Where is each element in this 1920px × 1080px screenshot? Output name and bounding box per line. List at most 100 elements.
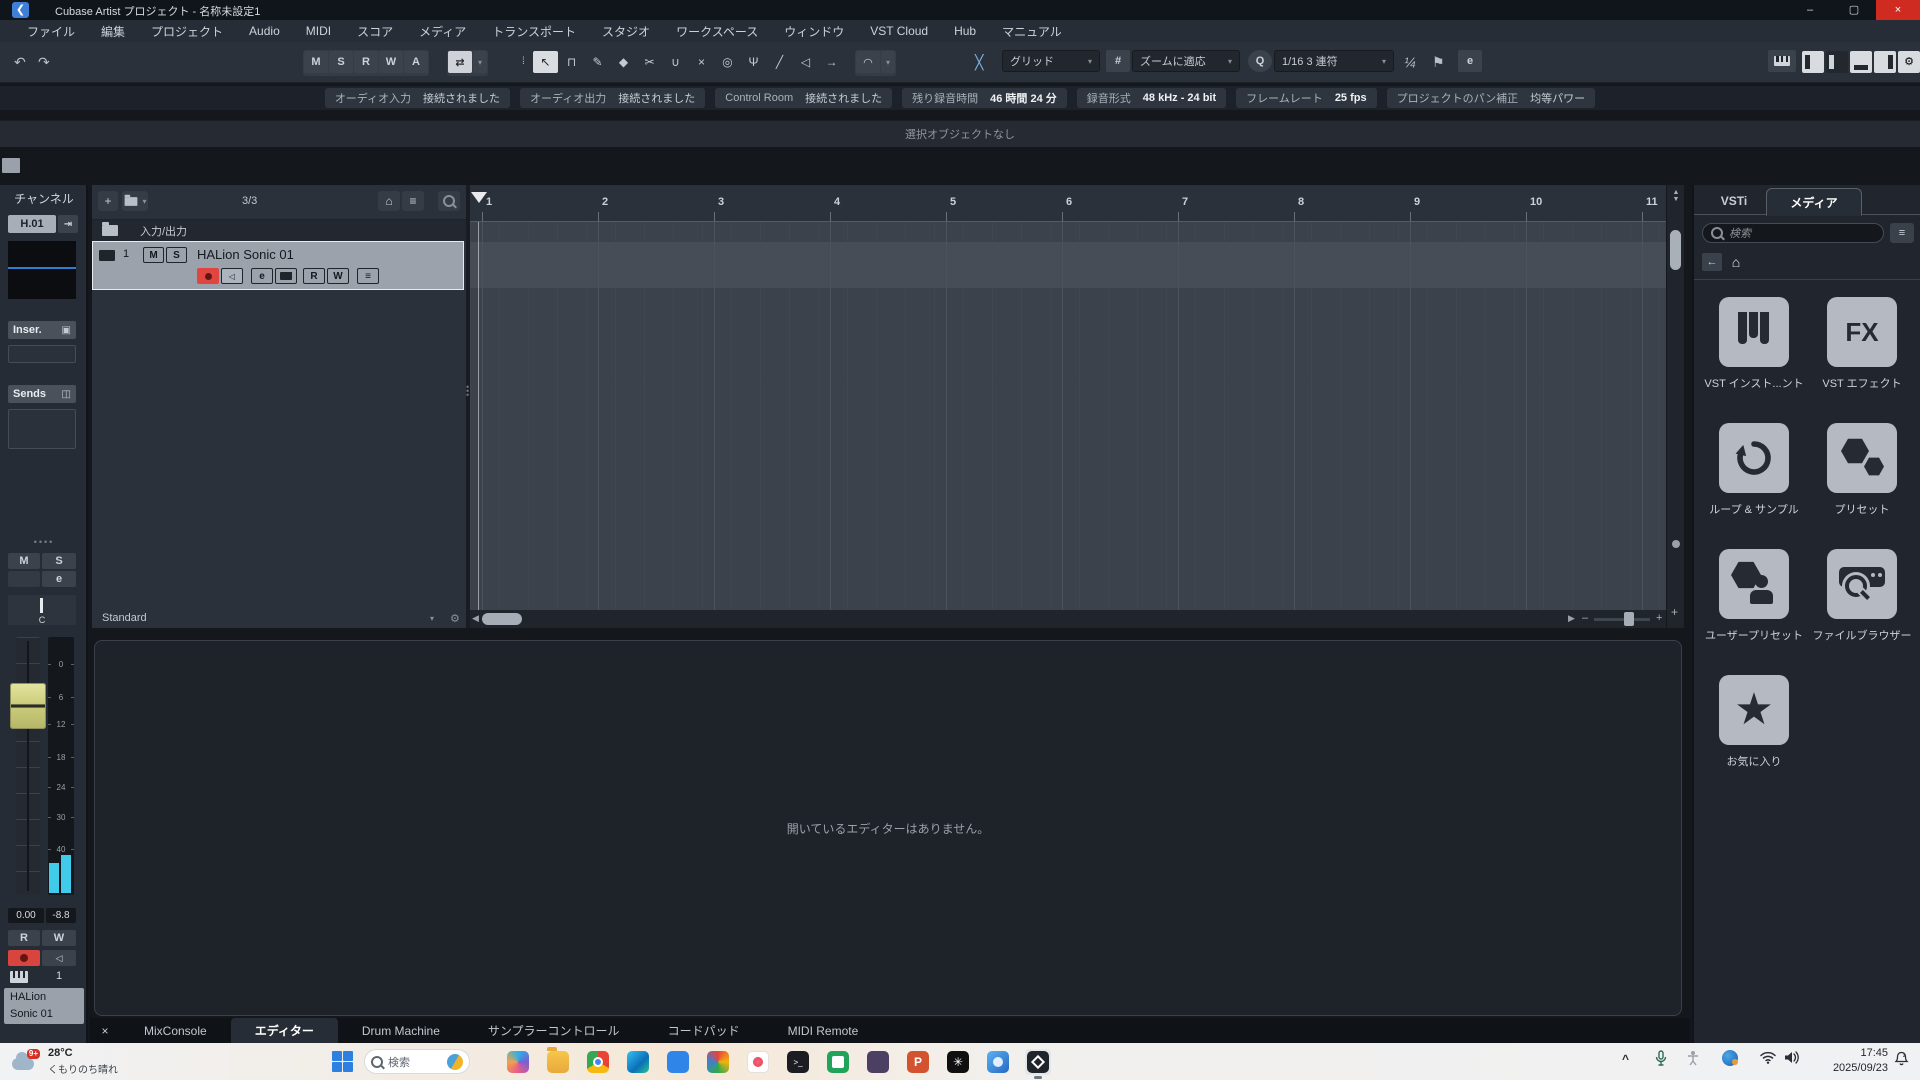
editor-tab-5[interactable]: コードパッド xyxy=(644,1018,764,1043)
zoom-in-icon[interactable]: + xyxy=(1656,612,1662,624)
taskbar-search-input[interactable]: 検索 xyxy=(364,1049,470,1074)
inserts-button[interactable]: Inser. ▣ xyxy=(8,321,76,339)
draw-tool[interactable]: ✎ xyxy=(585,51,610,73)
media-home-icon[interactable]: ⌂ xyxy=(1726,253,1746,271)
windows-start-button[interactable] xyxy=(332,1051,354,1073)
track-read-button[interactable]: R xyxy=(303,268,325,284)
zoom-mode-dropdown[interactable]: ズームに適応▾ xyxy=(1132,50,1240,72)
cubase-icon[interactable] xyxy=(1025,1049,1051,1075)
channel-name-button[interactable]: H.01 xyxy=(8,215,56,233)
track-preset-button[interactable]: ▾ xyxy=(122,191,148,211)
zone-settings-gear-icon[interactable]: ⚙ xyxy=(450,612,460,625)
zoom-dot-handle[interactable] xyxy=(1672,540,1680,548)
track-solo-button[interactable]: S xyxy=(166,247,187,263)
media-list-view-icon[interactable]: ≡ xyxy=(1890,223,1914,243)
horizontal-scrollbar[interactable]: ◀ ▶ – + xyxy=(470,610,1666,628)
pan-control[interactable]: C xyxy=(8,595,76,625)
menu-item-14[interactable]: マニュアル xyxy=(989,23,1075,40)
timeline-ruler[interactable]: 1234567891011 xyxy=(470,185,1666,222)
erase-tool[interactable]: ◆ xyxy=(611,51,636,73)
volume-icon[interactable] xyxy=(1784,1051,1800,1064)
project-handle[interactable] xyxy=(2,158,20,173)
menu-item-2[interactable]: 編集 xyxy=(88,23,138,40)
range-selection-tool[interactable]: ⊓ xyxy=(559,51,584,73)
right-zone-tab-vsti[interactable]: VSTi xyxy=(1706,188,1762,214)
automation-button-m[interactable]: M xyxy=(304,51,328,73)
project-cursor-handle[interactable] xyxy=(471,192,487,203)
media-player-icon[interactable] xyxy=(745,1049,771,1075)
toolbar-grip[interactable]: ⁞ xyxy=(522,50,525,74)
quantize-preset-dropdown[interactable]: 1/16 3 連符▾ xyxy=(1274,50,1394,72)
menu-item-4[interactable]: Audio xyxy=(236,24,293,38)
split-tool[interactable]: ✂ xyxy=(637,51,662,73)
fader-cap[interactable] xyxy=(10,683,46,729)
play-tool[interactable]: ◁ xyxy=(793,51,818,73)
scroll-left-icon[interactable]: ◀ xyxy=(472,613,479,624)
lower-zone-toggle[interactable] xyxy=(1850,51,1872,73)
auto-punch-dropdown[interactable]: ▾ xyxy=(473,51,487,73)
microphone-icon[interactable] xyxy=(1654,1050,1668,1066)
channel-mute-button[interactable]: M xyxy=(8,553,40,569)
flag-icon[interactable]: ⚑ xyxy=(1432,50,1445,74)
undo-icon[interactable]: ↶ xyxy=(14,50,26,74)
grid-icon[interactable]: # xyxy=(1106,50,1130,72)
automation-curve-icon[interactable]: ◠ xyxy=(856,51,880,73)
track-filter-icon[interactable]: ≡ xyxy=(402,191,424,211)
menu-item-3[interactable]: プロジェクト xyxy=(138,23,236,40)
channel-listen-button[interactable] xyxy=(8,571,40,587)
status-item-6[interactable]: フレームレート25 fps xyxy=(1236,88,1376,108)
io-folder-track[interactable]: 入力/出力 xyxy=(92,220,466,241)
swing-icon[interactable]: ¼ xyxy=(1404,50,1416,74)
quantize-icon[interactable]: Q xyxy=(1248,50,1272,72)
tray-chevron-icon[interactable]: ^ xyxy=(1622,1052,1629,1066)
grid-type-dropdown[interactable]: グリッド▾ xyxy=(1002,50,1100,72)
menu-item-11[interactable]: ウィンドウ xyxy=(771,23,857,40)
menu-item-13[interactable]: Hub xyxy=(941,24,989,38)
weather-description[interactable]: くもりのち晴れ xyxy=(48,1061,118,1076)
track-write-button[interactable]: W xyxy=(327,268,349,284)
arrange-area[interactable] xyxy=(470,222,1666,610)
media-tile-fx[interactable]: FXVST エフェクト xyxy=(1808,297,1916,391)
media-search-input[interactable]: 検索 xyxy=(1702,223,1884,243)
taskbar-clock[interactable]: 17:45 2025/09/23 xyxy=(1806,1046,1888,1076)
wifi-icon[interactable] xyxy=(1760,1051,1776,1064)
track-edit-button[interactable]: e xyxy=(251,268,273,284)
minimize-button[interactable]: – xyxy=(1788,0,1832,20)
media-tile-piano[interactable]: VST インスト...ント xyxy=(1700,297,1808,391)
track-mute-button[interactable]: M xyxy=(143,247,164,263)
status-item-1[interactable]: オーディオ入力接続されました xyxy=(325,88,510,108)
accessibility-icon[interactable] xyxy=(1686,1050,1700,1066)
right-zone-tab-メディア[interactable]: メディア xyxy=(1766,188,1862,216)
chrome-icon[interactable] xyxy=(585,1049,611,1075)
window-layout-setup-icon[interactable]: ⚙ xyxy=(1898,51,1920,73)
send-slot[interactable] xyxy=(8,409,76,449)
track-monitor-button[interactable]: ◁ xyxy=(221,268,243,284)
curve-dropdown[interactable]: ▾ xyxy=(881,51,895,73)
zoom-out-icon[interactable]: – xyxy=(1582,612,1588,624)
instrument-track-row[interactable]: 1 M S HALion Sonic 01 ◁ e R W ≡ xyxy=(92,241,464,290)
channel-solo-button[interactable]: S xyxy=(42,553,76,569)
right-zone-toggle[interactable] xyxy=(1874,51,1896,73)
ime-language-icon[interactable] xyxy=(1722,1050,1738,1066)
status-item-5[interactable]: 録音形式48 kHz - 24 bit xyxy=(1077,88,1226,108)
onscreen-keyboard-icon[interactable] xyxy=(1768,50,1796,72)
mute-tool[interactable]: × xyxy=(689,51,714,73)
media-tile-hexagons[interactable]: プリセット xyxy=(1808,423,1916,517)
powerpoint-icon[interactable]: P xyxy=(905,1049,931,1075)
auto-punch-icon[interactable]: ⇄ xyxy=(448,51,472,73)
lower-zone-close-icon[interactable]: × xyxy=(90,1024,120,1038)
notes-app-icon[interactable] xyxy=(825,1049,851,1075)
weather-temperature[interactable]: 28°C xyxy=(48,1047,73,1059)
automation-button-s[interactable]: S xyxy=(329,51,353,73)
close-button[interactable]: × xyxy=(1876,0,1920,20)
media-tile-file-browser[interactable]: ファイルブラウザー xyxy=(1808,549,1916,643)
sends-button[interactable]: Sends ◫ xyxy=(8,385,76,403)
notification-bell-icon[interactable]: z xyxy=(1894,1051,1909,1067)
media-tile-user-preset[interactable]: ユーザープリセット xyxy=(1700,549,1808,643)
inspector-zone-toggle[interactable] xyxy=(1826,51,1848,73)
fader-track[interactable] xyxy=(16,637,40,895)
editor-tab-2[interactable]: エディター xyxy=(231,1018,338,1043)
photos-icon[interactable] xyxy=(985,1049,1011,1075)
track-visibility-icon[interactable]: ⌂ xyxy=(378,191,400,211)
peak-value[interactable]: -8.8 xyxy=(46,908,76,923)
